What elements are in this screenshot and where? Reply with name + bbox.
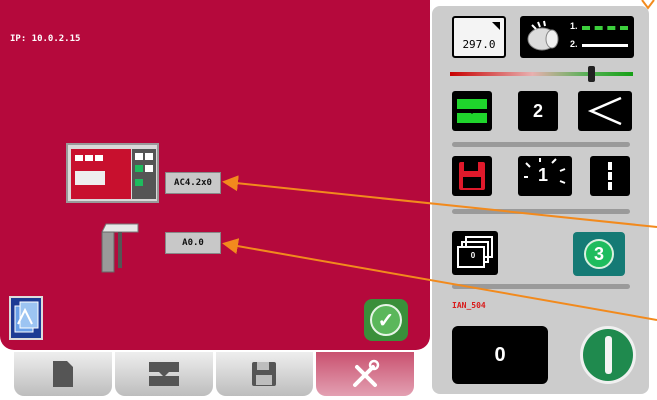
- separator: [452, 142, 630, 147]
- main-panel: IP: 10.0.2.15 AC4.2x0 A0.0 ✓: [0, 0, 430, 350]
- error-code-label: IAN_504: [452, 301, 486, 310]
- speed-slider-handle[interactable]: [588, 66, 595, 82]
- line-position-button[interactable]: [590, 156, 630, 196]
- separator: [452, 209, 630, 214]
- line-2-indicator: [582, 44, 628, 47]
- start-button[interactable]: [580, 326, 636, 384]
- code-field-primary[interactable]: AC4.2x0: [165, 172, 221, 194]
- paper-corner-icon: [492, 22, 500, 30]
- speed-slider-track[interactable]: [450, 72, 633, 76]
- angle-icon: [587, 96, 622, 126]
- preview-box: [135, 165, 143, 172]
- power-bar-icon: [604, 336, 612, 374]
- roller-icon: [527, 20, 559, 51]
- checkmark-icon: ✓: [370, 304, 402, 336]
- program-number-button[interactable]: 2: [518, 91, 558, 131]
- tools-icon: [353, 359, 380, 387]
- preview-panel: [75, 171, 105, 185]
- code-field-secondary[interactable]: A0.0: [165, 232, 221, 254]
- preview-box: [145, 165, 153, 172]
- dial-counter-button[interactable]: 1: [518, 156, 572, 196]
- save-program-button[interactable]: [452, 156, 492, 196]
- save-red-icon: [459, 162, 485, 190]
- line-label-2: 2.: [570, 39, 578, 49]
- preview-box: [95, 155, 103, 161]
- preview-grey-area: [132, 149, 156, 199]
- dial-number: 1: [537, 165, 548, 185]
- line-label-1: 1.: [570, 21, 578, 31]
- ip-address-label: IP: 10.0.2.15: [10, 34, 81, 44]
- fold-icon: [148, 362, 179, 386]
- screen-preview-thumbnail[interactable]: [66, 143, 159, 203]
- preview-box: [85, 155, 93, 161]
- tab-tools[interactable]: [316, 352, 414, 396]
- paper-size-value: 297.0: [462, 38, 496, 51]
- output-tray-icon[interactable]: [96, 218, 140, 274]
- tab-save[interactable]: [215, 352, 314, 396]
- fold-green-icon: [457, 99, 487, 123]
- preview-box: [135, 179, 143, 186]
- save-icon: [252, 362, 277, 386]
- copies-count-button[interactable]: 3: [573, 232, 625, 276]
- preview-box: [145, 153, 153, 160]
- paper-size-button[interactable]: 297.0: [452, 16, 506, 58]
- documents-button[interactable]: [9, 296, 43, 340]
- stack-count: 0: [470, 251, 476, 260]
- document-icon: [52, 361, 73, 387]
- fold-mode-button[interactable]: [452, 91, 492, 131]
- preview-box: [75, 155, 83, 161]
- copies-count-badge: 3: [584, 239, 614, 269]
- tab-fold[interactable]: [114, 352, 213, 396]
- preview-box: [135, 153, 143, 160]
- line-1-indicator: [582, 26, 628, 30]
- right-control-panel: 297.0 1. 2. 2 1 0 3 IAN_504 0: [432, 6, 649, 394]
- confirm-button[interactable]: ✓: [364, 299, 408, 341]
- copies-button[interactable]: 0: [452, 231, 498, 275]
- roller-settings-button[interactable]: 1. 2.: [520, 16, 634, 58]
- documents-icon: [14, 301, 39, 333]
- preview-red-area: [71, 149, 131, 199]
- separator: [452, 284, 630, 289]
- tab-document[interactable]: [14, 352, 112, 396]
- app-window: IP: 10.0.2.15 AC4.2x0 A0.0 ✓ 297.0 1. 2.…: [0, 0, 657, 400]
- dashed-line-icon: [608, 162, 612, 190]
- angle-button[interactable]: [578, 91, 632, 131]
- sheet-counter[interactable]: 0: [452, 326, 548, 384]
- bottom-tab-bar: [14, 352, 414, 396]
